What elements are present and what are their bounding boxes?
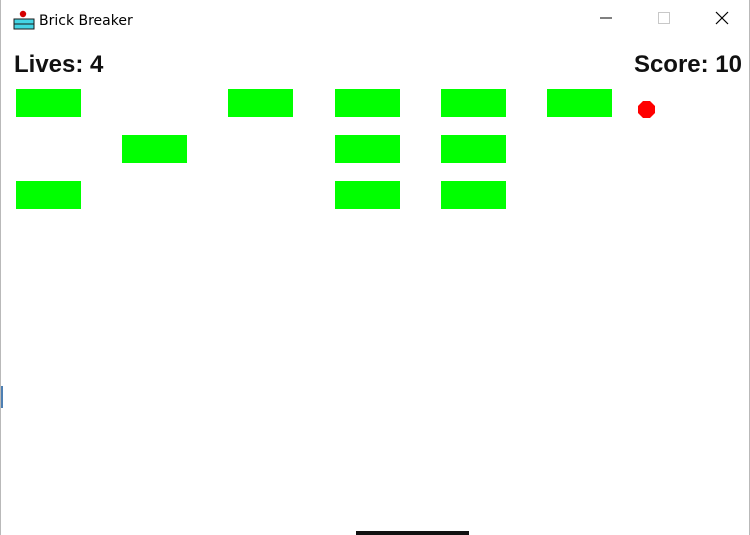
brick [16, 89, 81, 117]
ball [638, 101, 655, 118]
close-icon [715, 11, 729, 30]
score-counter: Score: 10 [633, 51, 742, 78]
brick [335, 135, 400, 163]
brick [547, 89, 612, 117]
brick [335, 89, 400, 117]
lives-counter: Lives: 4 [14, 51, 104, 78]
brick-breaker-app-icon [13, 10, 35, 30]
minimize-button[interactable] [577, 0, 635, 40]
brick [16, 181, 81, 209]
game-window: Brick Breaker Lives: 4 Score: 10 [0, 0, 750, 535]
game-canvas[interactable]: Lives: 4 Score: 10 [1, 40, 749, 535]
window-title: Brick Breaker [39, 13, 133, 29]
paddle[interactable] [356, 531, 469, 535]
close-button[interactable] [693, 0, 749, 40]
brick [441, 181, 506, 209]
maximize-button[interactable] [635, 0, 693, 40]
maximize-icon [658, 11, 670, 29]
brick [228, 89, 293, 117]
brick [122, 135, 187, 163]
brick [441, 89, 506, 117]
window-edge-highlight [1, 386, 3, 408]
minimize-icon [600, 11, 612, 29]
brick [335, 181, 400, 209]
brick [441, 135, 506, 163]
title-bar[interactable]: Brick Breaker [1, 0, 749, 40]
